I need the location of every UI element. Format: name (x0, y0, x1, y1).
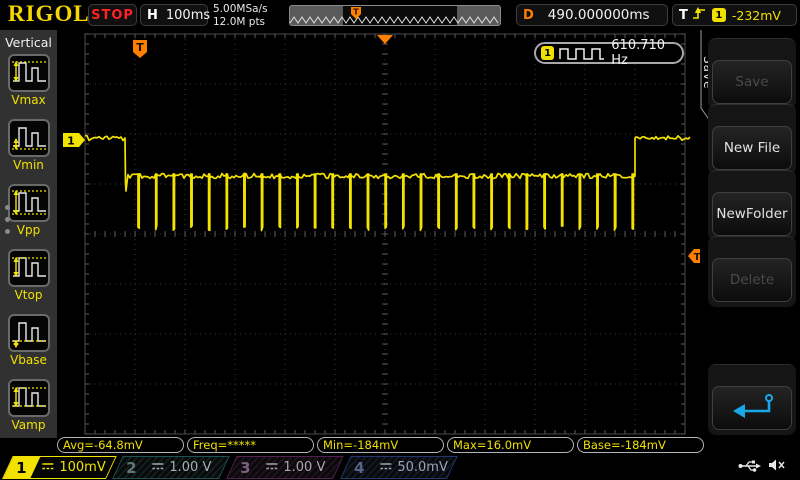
measurement-readout: Min=-184mV (317, 437, 444, 453)
channel-scale: 50.0mV (397, 460, 448, 475)
new-file-button[interactable]: New File (712, 126, 792, 170)
sidebar-item-vbase[interactable]: Vbase (0, 314, 57, 367)
vamp-icon (8, 379, 50, 417)
channel-2-status[interactable]: 2 1.00 V (112, 456, 230, 479)
measure-menu: Vertical VmaxVminVppVtopVbaseVamp (0, 30, 57, 438)
timebase-prefix: H (147, 8, 158, 23)
sidebar-item-label: Vbase (0, 353, 57, 367)
sidebar-item-vtop[interactable]: Vtop (0, 249, 57, 302)
softkey-label: NewFolder (716, 206, 787, 222)
vmax-icon (8, 54, 50, 92)
svg-text:1: 1 (67, 135, 75, 148)
page-indicator-dot (5, 205, 10, 210)
delete-button[interactable]: Delete (712, 258, 792, 302)
run-state-indicator[interactable]: STOP (88, 4, 137, 26)
acquisition-info: 5.00MSa/s 12.0M pts (213, 3, 268, 28)
channel-1-status[interactable]: 1 100mV (2, 456, 117, 479)
oscilloscope-screen: T 1 T RIGOL STOP H 100ms 5.00MSa/s 12.0M p… (0, 0, 800, 480)
run-state-label: STOP (91, 8, 134, 23)
trigger-position-marker: T (133, 40, 147, 58)
square-wave-icon (559, 46, 605, 61)
delay-value: 490.000000ms (548, 7, 650, 23)
sidebar-item-vamp[interactable]: Vamp (0, 379, 57, 432)
dc-coupling-icon (41, 460, 54, 475)
channel-number: 4 (355, 459, 365, 477)
measurement-readout: Freq=***** (187, 437, 314, 453)
trigger-prefix: T (679, 8, 688, 23)
measurement-readout: Avg=-64.8mV (57, 437, 184, 453)
scope-display: T 1 T (0, 0, 800, 480)
usb-icon (738, 457, 761, 476)
trigger-source-badge: 1 (712, 8, 726, 22)
sidebar-item-vmax[interactable]: Vmax (0, 54, 57, 107)
page-indicator-dot (5, 229, 10, 234)
trigger-level-value: -232mV (732, 8, 781, 23)
svg-text:T: T (353, 8, 359, 17)
channel-scale: 1.00 V (283, 460, 325, 475)
vbase-icon (8, 314, 50, 352)
channel1-ground-marker: 1 (63, 133, 85, 148)
softkey-label: New File (724, 140, 780, 156)
window-center-marker (377, 35, 393, 44)
channel-3-status[interactable]: 3 1.00 V (226, 456, 344, 479)
speaker-muted-icon (768, 457, 786, 476)
delay-prefix: D (523, 8, 534, 23)
sidebar-item-label: Vmin (0, 158, 57, 172)
dc-coupling-icon (379, 460, 392, 475)
frequency-counter-badge: 1 610.710 Hz (534, 42, 684, 64)
sidebar-item-label: Vtop (0, 288, 57, 302)
save-menu: Save SaveNew FileNewFolderDelete (700, 30, 800, 455)
trigger-box[interactable]: T 1 -232mV (672, 4, 797, 26)
sample-rate: 5.00MSa/s (213, 3, 268, 16)
channel-scale: 1.00 V (169, 460, 211, 475)
vtop-icon (8, 249, 50, 287)
rising-edge-icon (692, 6, 707, 25)
newfolder-button[interactable]: NewFolder (712, 192, 792, 236)
freq-counter-source-badge: 1 (541, 46, 554, 60)
sidebar-item-vmin[interactable]: Vmin (0, 119, 57, 172)
channel-number: 1 (17, 459, 27, 477)
channel-number: 2 (127, 459, 137, 477)
memory-position-bar[interactable]: T (289, 5, 501, 26)
save-button[interactable]: Save (712, 60, 792, 104)
memory-trigger-marker: T (351, 7, 361, 19)
freq-counter-value: 610.710 Hz (611, 38, 682, 68)
measurement-readout: Base=-184mV (577, 437, 704, 453)
timebase-value: 100ms (166, 8, 210, 23)
delay-box[interactable]: D 490.000000ms (516, 4, 668, 26)
sidebar-item-label: Vmax (0, 93, 57, 107)
back-button[interactable] (712, 386, 792, 430)
vpp-icon (8, 184, 50, 222)
brand-logo: RIGOL (8, 1, 90, 27)
timebase-box[interactable]: H 100ms (140, 4, 208, 26)
channel-scale: 100mV (59, 460, 105, 475)
dc-coupling-icon (265, 460, 278, 475)
measure-menu-title: Vertical (0, 30, 57, 50)
softkey-label: Save (735, 74, 768, 90)
softkey-label: Delete (730, 272, 774, 288)
ch1-waveform-trace (85, 136, 690, 231)
measurement-readout: Max=16.0mV (447, 437, 574, 453)
vmin-icon (8, 119, 50, 157)
page-indicator-dot (5, 217, 10, 222)
status-icon-area (738, 457, 786, 476)
channel-number: 3 (241, 459, 251, 477)
sidebar-item-label: Vamp (0, 418, 57, 432)
svg-text:T: T (136, 41, 144, 54)
memory-depth: 12.0M pts (213, 16, 268, 29)
return-arrow-icon (727, 392, 777, 424)
dc-coupling-icon (151, 460, 164, 475)
channel-4-status[interactable]: 4 50.0mV (340, 456, 458, 479)
